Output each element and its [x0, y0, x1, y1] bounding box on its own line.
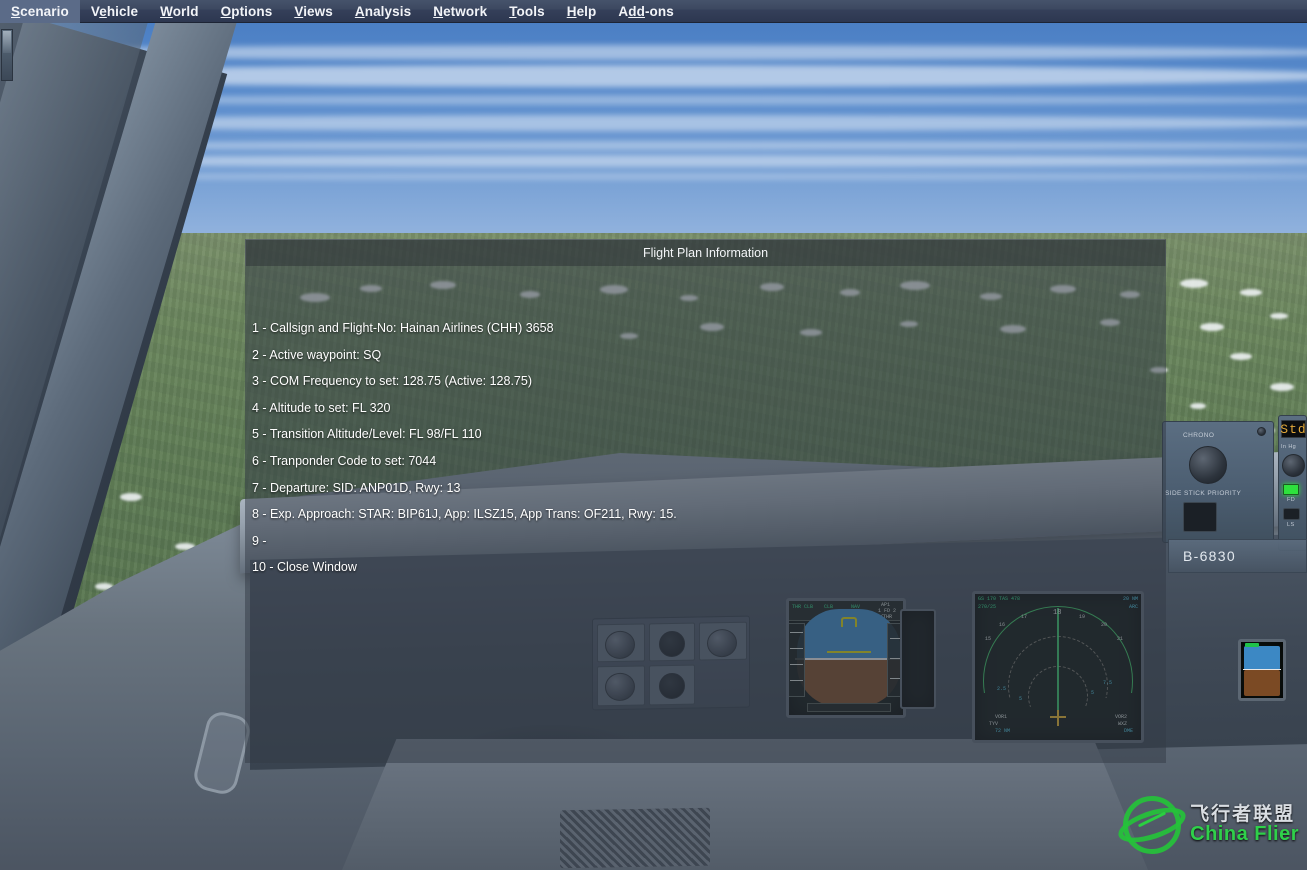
cloud-puff	[1270, 313, 1288, 319]
dialog-line-5[interactable]: 5 - Transition Altitude/Level: FL 98/FL …	[252, 421, 1166, 448]
menu-analysis[interactable]: Analysis	[344, 0, 422, 23]
dialog-line-8[interactable]: 8 - Exp. Approach: STAR: BIP61J, App: IL…	[252, 501, 1166, 528]
cloud-puff	[1230, 353, 1252, 360]
main-menu-bar[interactable]: Scenario Vehicle World Options Views Analysis…	[0, 0, 1307, 23]
menu-vehicle[interactable]: Vehicle	[80, 0, 149, 23]
menu-help[interactable]: Help	[556, 0, 608, 23]
flight-plan-information-dialog[interactable]: Flight Plan Information 1 - Callsign and…	[245, 239, 1166, 763]
dialog-line-7[interactable]: 7 - Departure: SID: ANP01D, Rwy: 13	[252, 475, 1166, 502]
cloud-puff	[175, 543, 195, 550]
menu-scenario[interactable]: Scenario	[0, 0, 80, 23]
menu-addons[interactable]: Add-ons	[607, 0, 684, 23]
dialog-line-4[interactable]: 4 - Altitude to set: FL 320	[252, 395, 1166, 422]
cloud-band	[0, 115, 1307, 131]
dialog-line-9[interactable]: 9 -	[252, 528, 1166, 555]
menu-tools[interactable]: Tools	[498, 0, 556, 23]
cloud-puff	[1200, 323, 1224, 331]
cloud-band	[0, 45, 1307, 60]
menu-world[interactable]: World	[149, 0, 210, 23]
dialog-line-3[interactable]: 3 - COM Frequency to set: 128.75 (Active…	[252, 368, 1166, 395]
cloud-puff	[1240, 289, 1262, 296]
cloud-puff	[1180, 279, 1208, 288]
sky	[0, 23, 1307, 255]
cloud-band	[0, 65, 1307, 87]
view-thumbnail-strip[interactable]	[1, 29, 13, 81]
dialog-menu-list: 1 - Callsign and Flight-No: Hainan Airli…	[252, 315, 1166, 581]
cloud-band	[0, 141, 1307, 150]
cloud-puff	[62, 391, 80, 398]
cloud-puff	[40, 523, 64, 531]
cloud-band	[0, 155, 1307, 167]
cloud-puff	[10, 453, 30, 460]
cloud-puff	[1255, 427, 1275, 434]
cloud-puff	[8, 323, 24, 329]
menu-views[interactable]: Views	[283, 0, 344, 23]
dialog-title-bar[interactable]: Flight Plan Information	[245, 239, 1166, 266]
menu-network[interactable]: Network	[422, 0, 498, 23]
cloud-band	[0, 95, 1307, 105]
cloud-puff	[95, 583, 113, 590]
flight-simulator-window: THR CLB CLB ALT NAV AP1 1 FD 2 A/THR	[0, 0, 1307, 870]
cloud-puff	[20, 378, 46, 387]
dialog-line-10[interactable]: 10 - Close Window	[252, 554, 1166, 581]
dialog-line-2[interactable]: 2 - Active waypoint: SQ	[252, 342, 1166, 369]
cloud-band	[0, 173, 1307, 180]
cloud-puff	[1190, 403, 1206, 409]
dialog-line-6[interactable]: 6 - Tranponder Code to set: 7044	[252, 448, 1166, 475]
cloud-puff	[120, 493, 142, 501]
menu-options[interactable]: Options	[210, 0, 284, 23]
dialog-body: 1 - Callsign and Flight-No: Hainan Airli…	[245, 266, 1166, 763]
dialog-line-1[interactable]: 1 - Callsign and Flight-No: Hainan Airli…	[252, 315, 1166, 342]
cloud-puff	[1270, 383, 1294, 391]
dialog-title-text: Flight Plan Information	[642, 246, 769, 260]
